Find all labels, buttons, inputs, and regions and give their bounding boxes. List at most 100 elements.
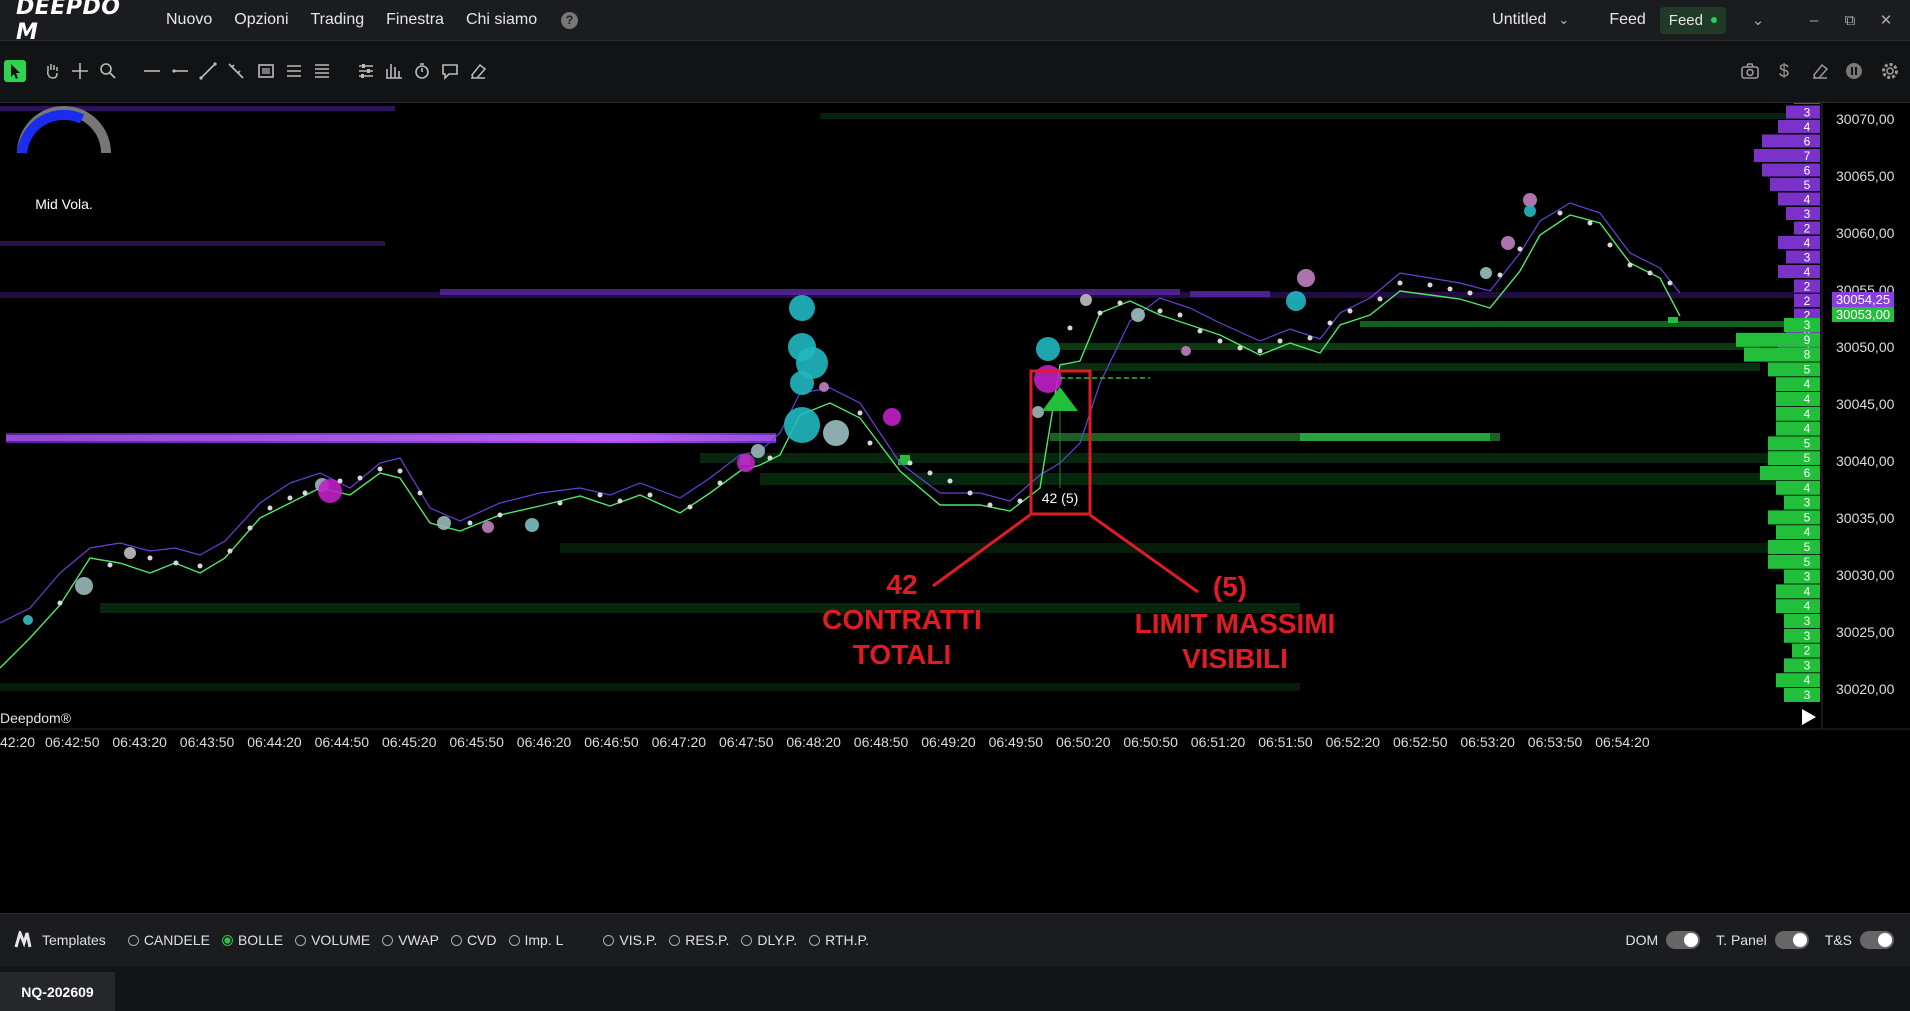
menu-finestra[interactable]: Finestra (386, 11, 444, 29)
eraser-icon[interactable] (1806, 57, 1834, 85)
menu-bar: DEEPDO M Nuovo Opzioni Trading Finestra … (0, 0, 1910, 45)
time-tick: 06:49:50 (989, 734, 1044, 750)
price-tick: 30060,00 (1836, 225, 1895, 241)
price-tick: 30035,00 (1836, 510, 1895, 526)
templates-icon[interactable] (14, 931, 32, 949)
time-tick: 06:51:50 (1258, 734, 1313, 750)
heatmap-band (760, 473, 1820, 485)
price-tick: 30025,00 (1836, 624, 1895, 640)
trade-dot (1347, 308, 1353, 314)
timer-icon[interactable] (408, 57, 436, 85)
template-option-dly-p[interactable]: DLY.P. (741, 932, 797, 948)
dom-bid-size: 3 (1804, 570, 1811, 584)
dom-bid-size: 5 (1804, 451, 1811, 465)
time-tick: 06:44:20 (247, 734, 302, 750)
bid-price-tag-label: 30053,00 (1836, 307, 1890, 322)
minimize-icon[interactable]: – (1796, 12, 1832, 29)
trade-dot (467, 520, 473, 526)
trend-line-icon[interactable] (194, 57, 222, 85)
template-option-imp-l[interactable]: Imp. L (508, 932, 563, 948)
template-option-cvd[interactable]: CVD (450, 932, 497, 948)
time-tick: 06:53:20 (1460, 734, 1515, 750)
workspace-title[interactable]: Untitled (1492, 11, 1546, 29)
trade-dot (337, 478, 343, 484)
heatmap-band (1360, 321, 1810, 327)
dom-bid-size: 3 (1804, 688, 1811, 702)
orderflow-chart[interactable]: 42 (5) 42 CONTRATTI TOTALI (5) LIMIT MAS… (0, 103, 1910, 913)
dom-ask-size: 2 (1804, 294, 1811, 308)
ray-icon[interactable] (166, 57, 194, 85)
levels-icon[interactable] (308, 57, 336, 85)
template-option-bolle[interactable]: BOLLE (221, 932, 283, 948)
menu-chi-siamo[interactable]: Chi siamo (466, 11, 537, 29)
template-option-label: RES.P. (685, 932, 730, 948)
template-option-volume[interactable]: VOLUME (295, 932, 370, 948)
camera-icon[interactable] (1736, 57, 1764, 85)
pointer-icon[interactable] (4, 60, 26, 82)
trade-bubble (751, 444, 765, 458)
trade-bubble (1297, 269, 1315, 287)
dom-bid-size: 4 (1804, 422, 1811, 436)
template-option-vis-p[interactable]: VIS.P. (603, 932, 657, 948)
time-tick: 06:51:20 (1191, 734, 1246, 750)
template-option-candele[interactable]: CANDELE (127, 932, 210, 948)
trade-dot (357, 475, 363, 481)
watermark: Deepdom® (0, 710, 72, 726)
dom-bid-size: 5 (1804, 540, 1811, 554)
trade-dot (397, 468, 403, 474)
trade-dot (1647, 270, 1653, 276)
heatmap-band (700, 453, 1820, 463)
zoom-icon[interactable] (94, 57, 122, 85)
fib-icon[interactable] (280, 57, 308, 85)
hand-icon[interactable] (38, 57, 66, 85)
crosshair-icon[interactable] (66, 57, 94, 85)
dom-bid-size: 8 (1804, 348, 1811, 362)
template-option-vwap[interactable]: VWAP (382, 932, 439, 948)
bottom-bar: Templates CANDELE BOLLE VOLUME VWAP CVD Imp. … (0, 913, 1910, 966)
trade-dot (647, 492, 653, 498)
heatmap-band (1190, 291, 1270, 297)
toggle-ts[interactable]: T&S (1825, 931, 1894, 949)
dom-bid-bar (1784, 628, 1820, 643)
box-label: 42 (5) (1042, 490, 1079, 506)
gear-icon[interactable] (1876, 57, 1904, 85)
menu-opzioni[interactable]: Opzioni (234, 11, 288, 29)
close-icon[interactable]: ✕ (1868, 11, 1904, 29)
tab-instrument[interactable]: NQ-202609 (0, 972, 115, 1011)
heatmap-band (1060, 363, 1760, 371)
pause-icon[interactable] (1840, 57, 1868, 85)
chevron-down-icon[interactable]: ⌄ (1740, 11, 1776, 29)
eraser-icon[interactable] (464, 57, 492, 85)
trade-dot (687, 504, 693, 510)
toggle-t-panel[interactable]: T. Panel (1716, 931, 1809, 949)
ts-switch[interactable] (1860, 931, 1894, 949)
settings-sliders-icon[interactable] (352, 57, 380, 85)
dom-ask-bar (1778, 236, 1820, 249)
dom-bid-bar (1784, 614, 1820, 628)
horizontal-line-icon[interactable] (138, 57, 166, 85)
dom-bid-size: 4 (1804, 525, 1811, 539)
comment-icon[interactable] (436, 57, 464, 85)
help-icon[interactable]: ? (561, 11, 579, 29)
menu-trading[interactable]: Trading (311, 11, 365, 29)
feed-button[interactable]: Feed (1659, 6, 1726, 34)
toggle-dom[interactable]: DOM (1626, 931, 1701, 949)
rectangle-icon[interactable] (252, 57, 280, 85)
heatmap-band (820, 113, 1820, 119)
t-panel-switch[interactable] (1774, 931, 1809, 949)
dom-switch[interactable] (1666, 931, 1701, 949)
templates-label[interactable]: Templates (42, 932, 106, 948)
dollar-icon[interactable]: $ (1770, 57, 1798, 85)
template-option-res-p[interactable]: RES.P. (669, 932, 729, 948)
restore-icon[interactable]: ⧉ (1832, 12, 1868, 29)
polyline-icon[interactable] (222, 57, 250, 85)
trade-dot (377, 466, 383, 472)
bars-icon[interactable] (380, 57, 408, 85)
trade-dot (1237, 345, 1243, 351)
dom-bid-size: 4 (1804, 392, 1811, 406)
trade-dot (227, 548, 233, 554)
dom-ask-bar (1762, 163, 1820, 177)
menu-nuovo[interactable]: Nuovo (166, 11, 212, 29)
chevron-down-icon[interactable]: ⌄ (1558, 12, 1569, 28)
template-option-rth-p[interactable]: RTH.P. (809, 932, 869, 948)
